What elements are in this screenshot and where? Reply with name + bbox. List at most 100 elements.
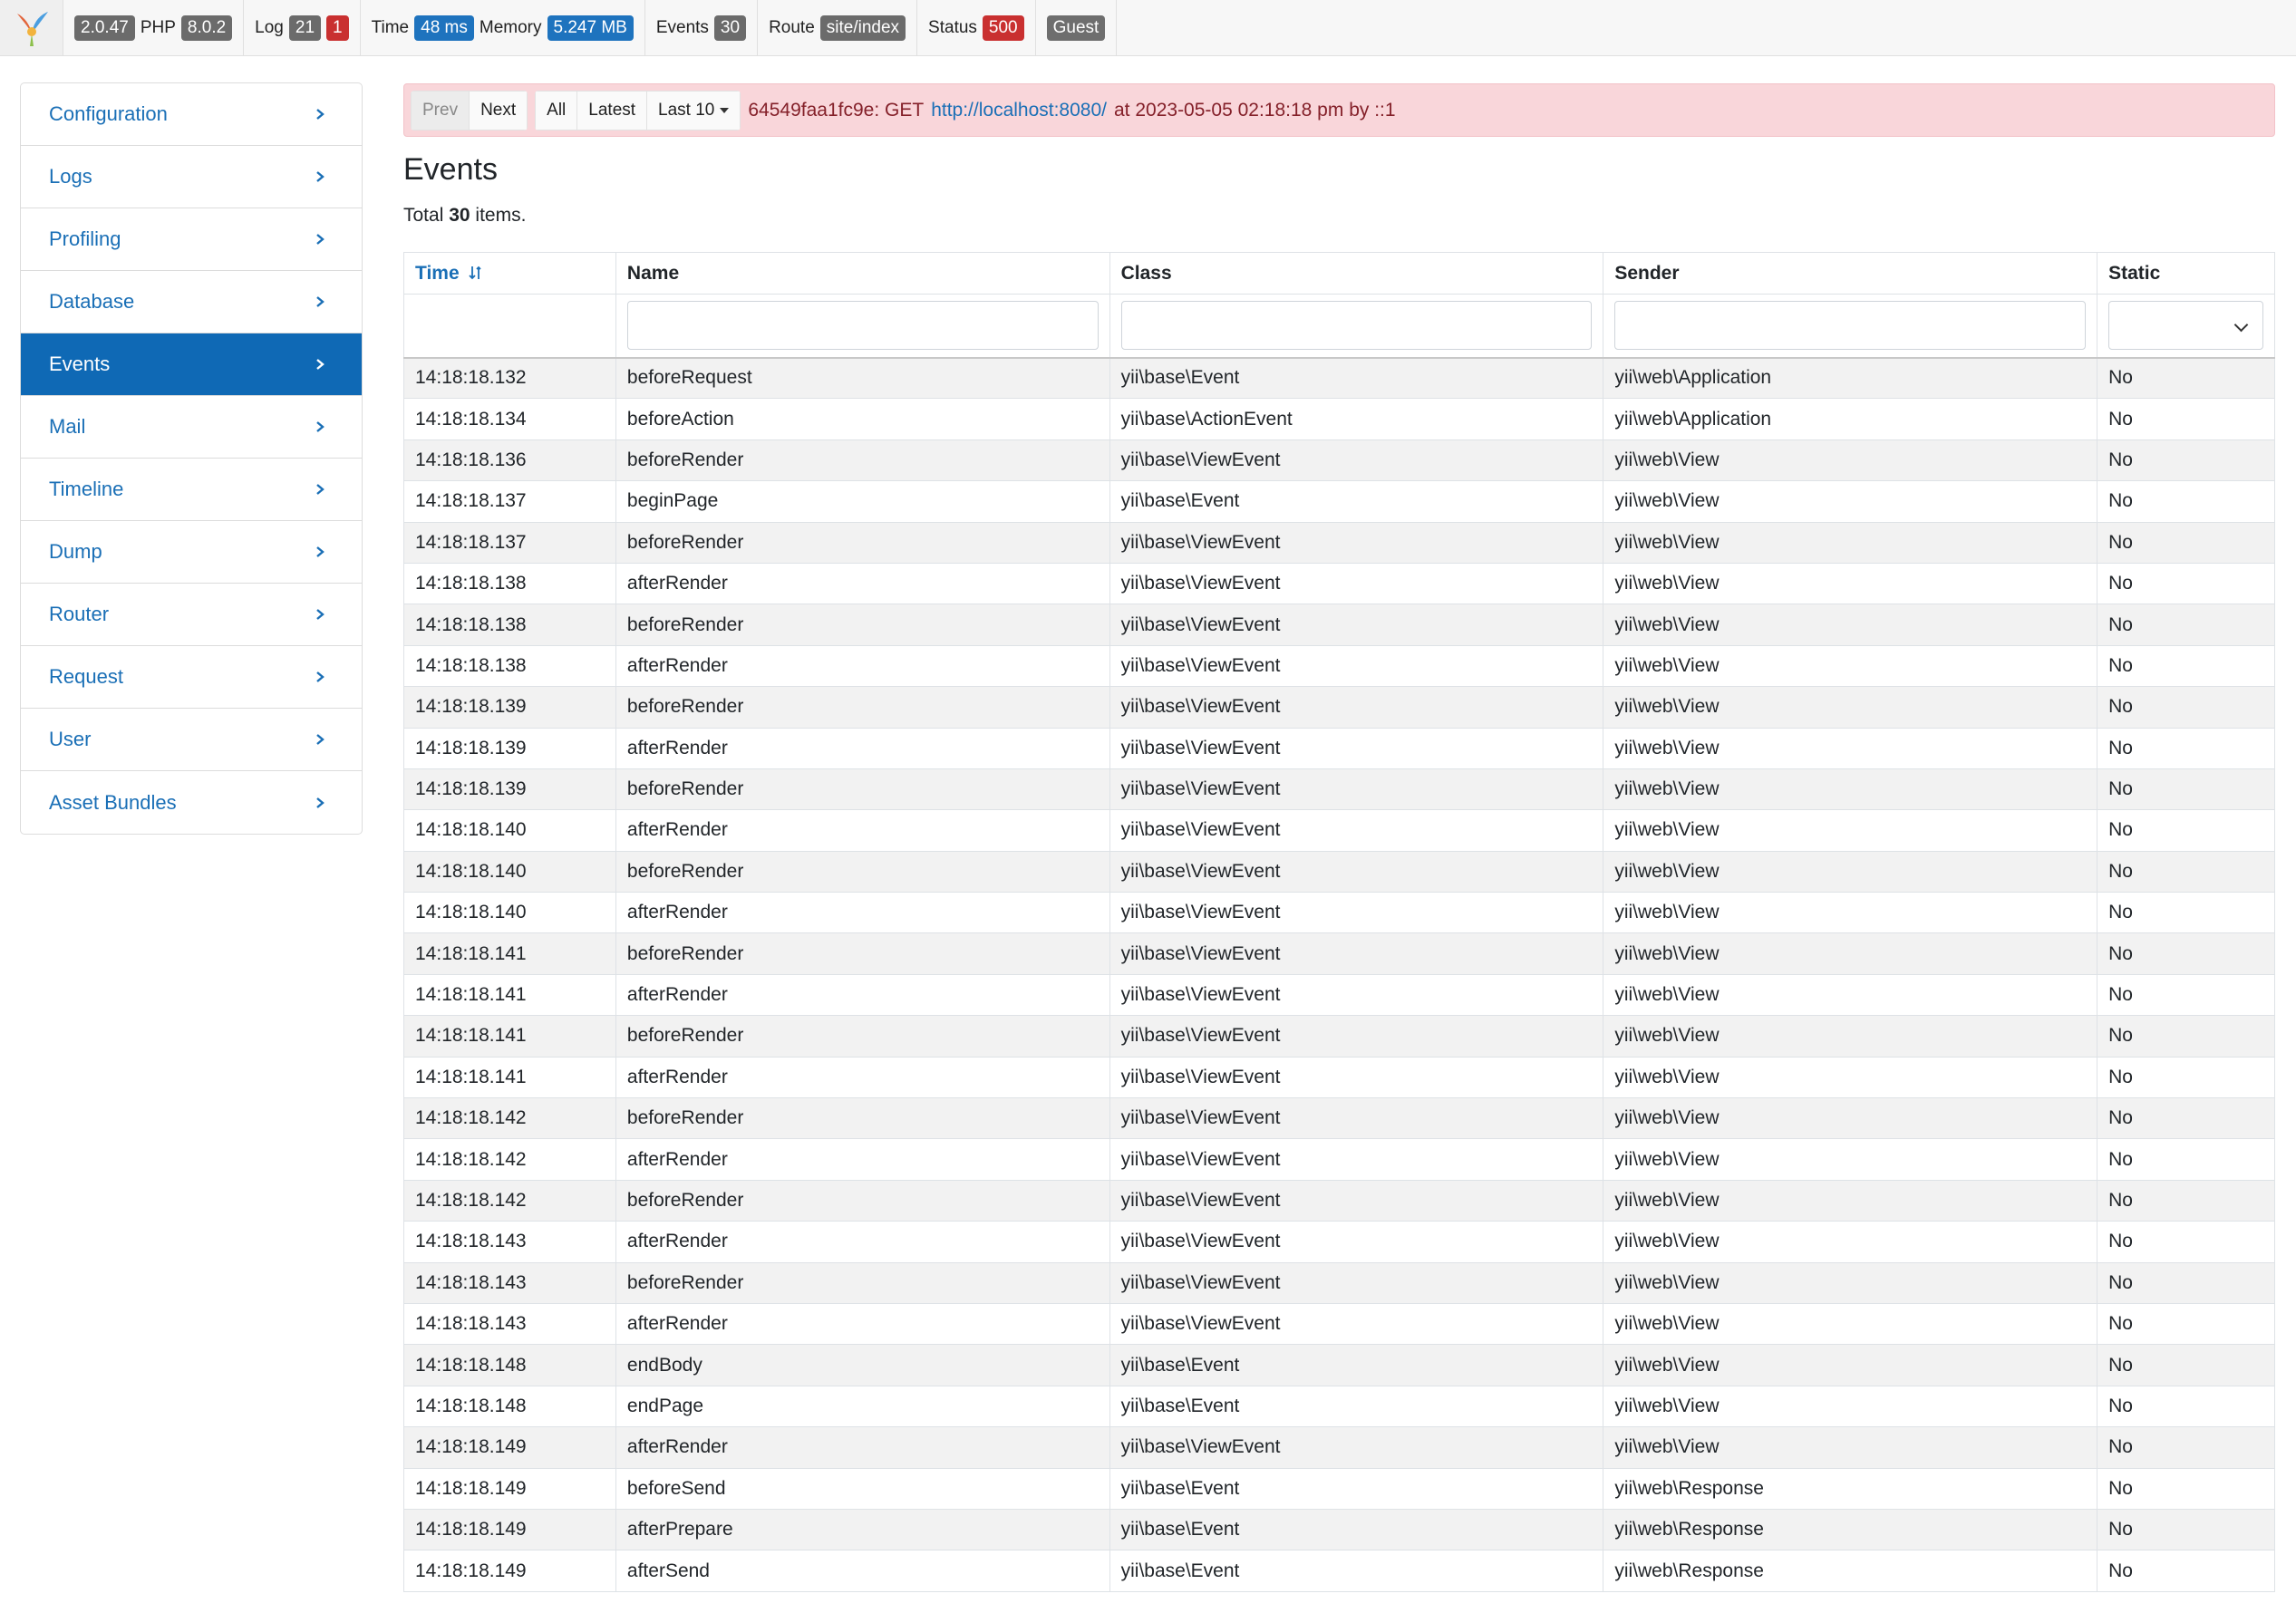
last10-dropdown[interactable]: Last 10: [647, 90, 741, 130]
sidebar-item-logs[interactable]: Logs: [21, 146, 362, 208]
status-block[interactable]: Status 500: [917, 0, 1036, 55]
static-cell: No: [2097, 562, 2275, 605]
sidebar-item-router[interactable]: Router: [21, 584, 362, 646]
sender-cell: yii\web\View: [1603, 686, 2098, 729]
static-cell: No: [2097, 1385, 2275, 1428]
time-cell: 14:18:18.149: [403, 1550, 616, 1592]
user-badge: Guest: [1046, 14, 1106, 41]
route-block[interactable]: Route site/index: [758, 0, 918, 55]
chevron-right-icon: [316, 296, 325, 307]
sender-cell: yii\web\View: [1603, 727, 2098, 769]
request-url-link[interactable]: http://localhost:8080/: [931, 100, 1107, 121]
sender-cell: yii\web\View: [1603, 1015, 2098, 1058]
chevron-right-icon: [316, 421, 325, 432]
sort-icon: [469, 266, 482, 279]
static-cell: No: [2097, 686, 2275, 729]
sidebar-item-dump[interactable]: Dump: [21, 521, 362, 584]
static-cell: No: [2097, 1221, 2275, 1263]
name-cell: afterRender: [615, 1302, 1110, 1346]
prev-button[interactable]: Prev: [411, 90, 470, 130]
status-badge: 500: [982, 14, 1024, 41]
name-cell: beforeRender: [615, 1179, 1110, 1222]
sender-cell: yii\web\View: [1603, 1344, 2098, 1386]
sidebar-item-events[interactable]: Events: [21, 333, 362, 396]
static-filter-select[interactable]: [2108, 301, 2263, 351]
sidebar-item-timeline[interactable]: Timeline: [21, 459, 362, 521]
static-cell: No: [2097, 850, 2275, 893]
next-button[interactable]: Next: [470, 90, 528, 130]
name-cell: afterRender: [615, 1221, 1110, 1263]
log-label: Log: [255, 17, 284, 37]
memory-label: Memory: [479, 17, 542, 37]
name-cell: afterRender: [615, 809, 1110, 852]
name-filter-cell: [615, 294, 1110, 359]
class-cell: yii\base\ViewEvent: [1109, 686, 1604, 729]
table-row: 14:18:18.148 endPage yii\base\Event yii\web…: [403, 1385, 2275, 1428]
yii-version-block[interactable]: 2.0.47 PHP 8.0.2: [63, 0, 245, 55]
static-cell: No: [2097, 439, 2275, 482]
all-button[interactable]: All: [535, 90, 578, 130]
class-cell: yii\base\ViewEvent: [1109, 439, 1604, 482]
grid-body: 14:18:18.132 beforeRequest yii\base\Event y…: [403, 356, 2275, 1592]
static-cell: No: [2097, 1302, 2275, 1346]
sidebar-item-label: Mail: [49, 415, 86, 438]
sender-cell: yii\web\View: [1603, 1221, 2098, 1263]
time-filter-cell: [403, 294, 616, 359]
name-cell: beforeRender: [615, 932, 1110, 975]
time-cell: 14:18:18.137: [403, 480, 616, 523]
sidebar-item-user[interactable]: User: [21, 709, 362, 771]
sidebar-item-request[interactable]: Request: [21, 646, 362, 709]
sidebar-item-label: Configuration: [49, 102, 168, 125]
static-cell: No: [2097, 398, 2275, 440]
chevron-right-icon: [316, 171, 325, 182]
yii-logo-icon[interactable]: [0, 0, 63, 55]
time-memory-block[interactable]: Time 48 ms Memory 5.247 MB: [361, 0, 645, 55]
class-column-header: Class: [1109, 252, 1604, 295]
class-cell: yii\base\ViewEvent: [1109, 1015, 1604, 1058]
time-column-header[interactable]: Time: [403, 252, 616, 295]
name-cell: afterRender: [615, 1426, 1110, 1469]
static-cell: No: [2097, 604, 2275, 646]
static-cell: No: [2097, 768, 2275, 811]
class-cell: yii\base\Event: [1109, 356, 1604, 400]
table-row: 14:18:18.142 beforeRender yii\base\ViewEve…: [403, 1097, 2275, 1140]
sender-cell: yii\web\View: [1603, 850, 2098, 893]
log-block[interactable]: Log 21 1: [244, 0, 361, 55]
summary-suffix: items.: [475, 205, 527, 226]
class-cell: yii\base\ActionEvent: [1109, 398, 1604, 440]
latest-button[interactable]: Latest: [577, 90, 648, 130]
static-cell: No: [2097, 1508, 2275, 1551]
table-row: 14:18:18.141 afterRender yii\base\ViewEven…: [403, 1056, 2275, 1099]
time-cell: 14:18:18.149: [403, 1508, 616, 1551]
sidebar-item-mail[interactable]: Mail: [21, 396, 362, 459]
time-cell: 14:18:18.141: [403, 932, 616, 975]
static-cell: No: [2097, 973, 2275, 1017]
sender-filter-input[interactable]: [1614, 301, 2087, 351]
chevron-right-icon: [316, 734, 325, 745]
class-cell: yii\base\ViewEvent: [1109, 1097, 1604, 1140]
class-filter-input[interactable]: [1120, 301, 1593, 351]
name-cell: beforeSend: [615, 1467, 1110, 1510]
time-cell: 14:18:18.138: [403, 604, 616, 646]
sidebar-item-asset-bundles[interactable]: Asset Bundles: [21, 771, 362, 834]
static-filter-cell: [2097, 294, 2275, 359]
sidebar-item-profiling[interactable]: Profiling: [21, 208, 362, 271]
user-block[interactable]: Guest: [1036, 0, 1118, 55]
table-row: 14:18:18.141 beforeRender yii\base\ViewEve…: [403, 1015, 2275, 1058]
events-block[interactable]: Events 30: [645, 0, 759, 55]
sender-cell: yii\web\Response: [1603, 1508, 2098, 1551]
table-row: 14:18:18.141 afterRender yii\base\ViewEven…: [403, 973, 2275, 1017]
static-cell: No: [2097, 1261, 2275, 1304]
name-cell: beginPage: [615, 480, 1110, 523]
sender-cell: yii\web\Application: [1603, 398, 2098, 440]
sidebar-item-database[interactable]: Database: [21, 271, 362, 333]
table-row: 14:18:18.142 beforeRender yii\base\ViewEve…: [403, 1179, 2275, 1222]
sidebar-item-configuration[interactable]: Configuration: [21, 83, 362, 146]
name-filter-input[interactable]: [626, 301, 1099, 351]
class-cell: yii\base\ViewEvent: [1109, 562, 1604, 605]
sender-filter-cell: [1603, 294, 2098, 359]
name-cell: beforeRender: [615, 1097, 1110, 1140]
name-cell: beforeRequest: [615, 356, 1110, 400]
static-cell: No: [2097, 1550, 2275, 1592]
static-cell: No: [2097, 1097, 2275, 1140]
